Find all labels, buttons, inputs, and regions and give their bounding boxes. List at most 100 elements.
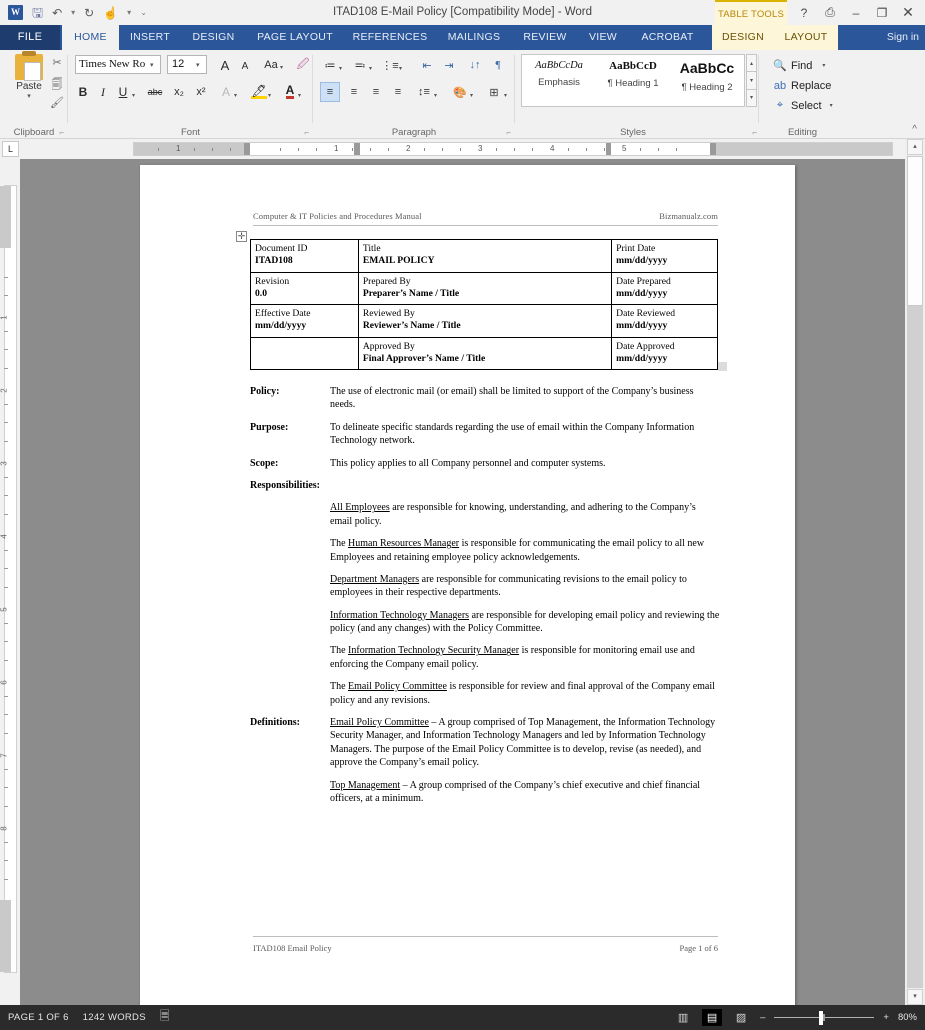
font-dialog-launcher[interactable]: ⌐ [304, 128, 309, 137]
document-info-table[interactable]: Document ID ITAD108 Title EMAIL POLICY P… [250, 239, 718, 371]
style-item-heading-2[interactable]: AaBbCc ¶ Heading 2 [670, 55, 744, 106]
highlight-icon[interactable]: 🖊 [250, 82, 268, 102]
find-dropdown-icon[interactable]: ▾ [822, 62, 825, 69]
paste-dropdown-arrow[interactable]: ▾ [9, 92, 49, 100]
table-cell-empty[interactable] [250, 336, 359, 371]
paragraph-dialog-launcher[interactable]: ⌐ [506, 128, 511, 137]
strikethrough-icon[interactable]: abc [144, 82, 166, 102]
tab-view[interactable]: VIEW [578, 25, 628, 50]
shading-dropdown-icon[interactable]: ▾ [470, 85, 473, 105]
document-page[interactable]: Computer & IT Policies and Procedures Ma… [140, 165, 795, 1005]
font-name-input[interactable]: Times New Ro [75, 55, 161, 74]
ruler-track[interactable]: 1 1 2 3 4 5 [133, 142, 893, 156]
table-cell-print-date[interactable]: Print Date mm/dd/yyyy [611, 239, 718, 273]
show-formatting-marks-icon[interactable]: ¶ [489, 55, 507, 75]
line-spacing-dropdown-icon[interactable]: ▾ [434, 85, 437, 105]
table-cell-date-prepared[interactable]: Date Prepared mm/dd/yyyy [611, 271, 718, 306]
select-dropdown-icon[interactable]: ▾ [830, 102, 833, 109]
clipboard-dialog-launcher[interactable]: ⌐ [59, 128, 64, 137]
page-count-label[interactable]: PAGE 1 OF 6 [8, 1012, 69, 1023]
table-row[interactable]: Revision 0.0 Prepared By Preparer’s Name… [250, 271, 718, 306]
first-line-indent-marker[interactable] [244, 143, 250, 155]
table-cell-effective-date[interactable]: Effective Date mm/dd/yyyy [250, 304, 359, 338]
print-layout-icon[interactable]: ▤ [702, 1009, 723, 1026]
borders-dropdown-icon[interactable]: ▾ [504, 85, 507, 105]
proofing-errors-icon[interactable]: 🗏 [160, 1007, 170, 1028]
table-resize-handle[interactable] [718, 362, 727, 371]
highlight-dropdown-icon[interactable]: ▾ [268, 85, 271, 105]
ribbon-display-options-icon[interactable]: ⎙ [817, 0, 843, 25]
tab-stop-selector[interactable]: L [2, 141, 19, 157]
table-cell-date-approved[interactable]: Date Approved mm/dd/yyyy [611, 336, 718, 371]
tab-stop-marker[interactable] [606, 143, 611, 155]
table-move-handle[interactable]: ✛ [236, 231, 247, 242]
zoom-out-button[interactable]: – [760, 1012, 765, 1023]
restore-icon[interactable]: ❐ [869, 0, 895, 25]
table-cell-approved-by[interactable]: Approved By Final Approver’s Name / Titl… [357, 336, 613, 371]
underline-dropdown-icon[interactable]: ▾ [132, 85, 135, 105]
table-row[interactable]: Effective Date mm/dd/yyyy Reviewed By Re… [250, 304, 718, 338]
zoom-in-button[interactable]: + [883, 1012, 889, 1023]
styles-gallery[interactable]: AaBbCcDa Emphasis AaBbCcD ¶ Heading 1 Aa… [521, 54, 745, 107]
justify-icon[interactable]: ≡ [388, 82, 408, 102]
increase-indent-icon[interactable]: ⇥ [439, 55, 459, 75]
tab-table-design[interactable]: DESIGN [712, 25, 774, 50]
scroll-down-icon[interactable]: ▾ [907, 989, 923, 1005]
tab-file[interactable]: FILE [0, 25, 60, 50]
tab-acrobat[interactable]: ACROBAT [628, 25, 707, 50]
right-indent-marker[interactable] [710, 143, 716, 155]
paste-button[interactable]: Paste ▾ [9, 51, 49, 100]
shrink-font-icon[interactable]: A [236, 56, 254, 76]
cut-icon[interactable]: ✂ [48, 56, 66, 69]
zoom-slider-thumb[interactable] [819, 1010, 824, 1025]
vertical-scrollbar[interactable]: ▴ ▾ [905, 139, 925, 1005]
sign-in-link[interactable]: Sign in [887, 25, 919, 50]
underline-icon[interactable]: U [115, 82, 131, 102]
italic-icon[interactable]: I [95, 82, 111, 102]
text-effects-icon[interactable]: A [218, 82, 234, 102]
zoom-slider[interactable] [774, 1010, 875, 1025]
select-button[interactable]: ⌖ Select ▾ [773, 96, 833, 115]
shading-icon[interactable]: 🎨 [450, 82, 470, 102]
read-mode-icon[interactable]: ▥ [673, 1009, 693, 1026]
style-item-emphasis[interactable]: AaBbCcDa Emphasis [522, 55, 596, 106]
decrease-indent-icon[interactable]: ⇤ [417, 55, 437, 75]
collapse-ribbon-icon[interactable]: ^ [912, 124, 917, 135]
table-row[interactable]: Approved By Final Approver’s Name / Titl… [250, 336, 718, 371]
table-cell-prepared-by[interactable]: Prepared By Preparer’s Name / Title [357, 271, 613, 306]
clear-formatting-icon[interactable]: 🖉 [294, 55, 312, 75]
tab-review[interactable]: REVIEW [512, 25, 578, 50]
table-cell-title[interactable]: Title EMAIL POLICY [357, 239, 613, 273]
minimize-icon[interactable]: – [843, 0, 869, 25]
align-left-icon[interactable]: ≡ [320, 82, 340, 102]
copy-icon[interactable]: 🗐 [48, 76, 66, 95]
superscript-icon[interactable]: x² [192, 82, 210, 102]
zoom-level-label[interactable]: 80% [898, 1012, 917, 1023]
tab-table-layout[interactable]: LAYOUT [774, 25, 838, 50]
align-center-icon[interactable]: ≡ [344, 82, 364, 102]
scrollbar-track[interactable] [907, 156, 923, 988]
multilevel-list-icon[interactable]: ⋮≡ [381, 55, 399, 75]
tab-design[interactable]: DESIGN [181, 25, 246, 50]
tab-insert[interactable]: INSERT [119, 25, 181, 50]
hanging-indent-marker[interactable] [354, 143, 360, 155]
sort-icon[interactable]: ↓↑ [465, 55, 485, 75]
scroll-up-icon[interactable]: ▴ [907, 139, 923, 155]
find-button[interactable]: 🔍 Find ▾ [773, 56, 825, 75]
align-right-icon[interactable]: ≡ [366, 82, 386, 102]
numbering-dropdown-icon[interactable]: ▾ [369, 58, 372, 78]
tab-references[interactable]: REFERENCES [344, 25, 436, 50]
change-case-dropdown-icon[interactable]: ▾ [280, 57, 283, 77]
styles-more-icon[interactable]: ▾ [746, 89, 757, 107]
subscript-icon[interactable]: x₂ [170, 82, 188, 102]
bold-icon[interactable]: B [75, 82, 91, 102]
borders-icon[interactable]: ⊞ [484, 82, 504, 102]
document-header[interactable]: Computer & IT Policies and Procedures Ma… [253, 211, 718, 221]
replace-button[interactable]: ab Replace [773, 76, 831, 95]
styles-dialog-launcher[interactable]: ⌐ [752, 128, 757, 137]
bullets-icon[interactable]: ≔ [321, 55, 339, 75]
styles-scroll-down-icon[interactable]: ▾ [746, 72, 757, 90]
horizontal-ruler[interactable]: L 1 1 2 3 4 5 [0, 139, 925, 159]
font-color-icon[interactable]: A [282, 82, 298, 102]
table-cell-revision[interactable]: Revision 0.0 [250, 271, 359, 306]
